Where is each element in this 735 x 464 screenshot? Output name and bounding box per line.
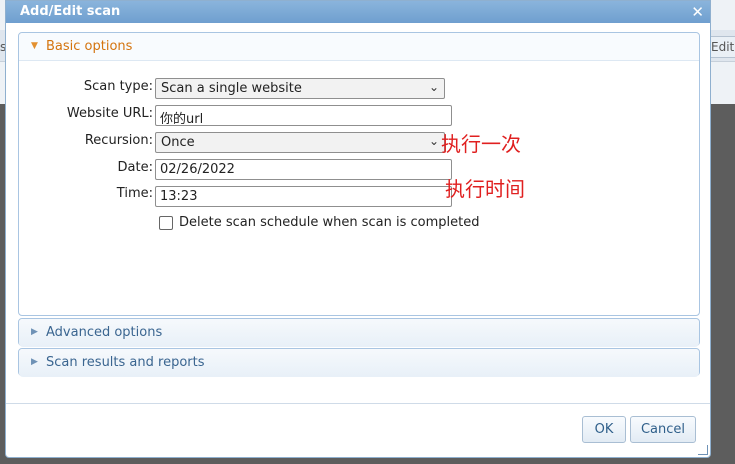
scan-results-panel[interactable]: ▶ Scan results and reports: [18, 348, 700, 377]
recursion-annotation: 执行一次: [441, 132, 521, 156]
ok-button[interactable]: OK: [582, 416, 626, 443]
time-label: Time:: [116, 186, 153, 201]
resize-grip-icon[interactable]: [698, 445, 708, 455]
delete-schedule-checkbox[interactable]: [159, 216, 173, 230]
date-input[interactable]: 02/26/2022: [155, 159, 452, 180]
add-edit-scan-dialog: Add/Edit scan ✕ ▼ Basic options Scan typ…: [5, 0, 711, 458]
time-annotation: 执行时间: [445, 177, 525, 201]
website-url-input[interactable]: 你的url: [155, 105, 452, 127]
time-value: 13:23: [160, 189, 198, 204]
triangle-right-icon: ▶: [31, 357, 38, 367]
recursion-select[interactable]: Once ⌄: [155, 132, 445, 153]
recursion-label: Recursion:: [84, 133, 153, 148]
dialog-title: Add/Edit scan: [20, 4, 121, 19]
triangle-right-icon: ▶: [31, 327, 38, 337]
website-url-value: 你的url: [160, 112, 204, 127]
delete-schedule-label[interactable]: Delete scan schedule when scan is comple…: [179, 215, 480, 230]
chevron-down-icon: ⌄: [428, 134, 439, 148]
recursion-value: Once: [161, 135, 195, 150]
basic-options-panel: ▼ Basic options Scan type: Scan a single…: [18, 32, 700, 316]
scan-type-label: Scan type:: [83, 79, 153, 94]
advanced-options-label: Advanced options: [46, 325, 163, 340]
scan-results-label: Scan results and reports: [46, 355, 205, 370]
website-url-label: Website URL:: [66, 106, 153, 121]
basic-options-label: Basic options: [46, 39, 133, 54]
footer-divider: [6, 403, 710, 404]
date-label: Date:: [117, 160, 153, 175]
cancel-button[interactable]: Cancel: [630, 416, 696, 443]
triangle-down-icon: ▼: [31, 41, 38, 51]
basic-options-header[interactable]: ▼ Basic options: [19, 33, 699, 61]
scan-type-select[interactable]: Scan a single website ⌄: [155, 78, 445, 99]
scan-type-value: Scan a single website: [161, 81, 302, 96]
chevron-down-icon: ⌄: [428, 80, 439, 94]
scan-results-header[interactable]: ▶ Scan results and reports: [19, 349, 699, 377]
advanced-options-panel[interactable]: ▶ Advanced options: [18, 318, 700, 347]
time-input[interactable]: 13:23: [155, 186, 452, 207]
dialog-titlebar[interactable]: Add/Edit scan ✕: [6, 1, 710, 23]
date-value: 02/26/2022: [160, 162, 235, 177]
advanced-options-header[interactable]: ▶ Advanced options: [19, 319, 699, 347]
close-icon[interactable]: ✕: [691, 3, 704, 21]
